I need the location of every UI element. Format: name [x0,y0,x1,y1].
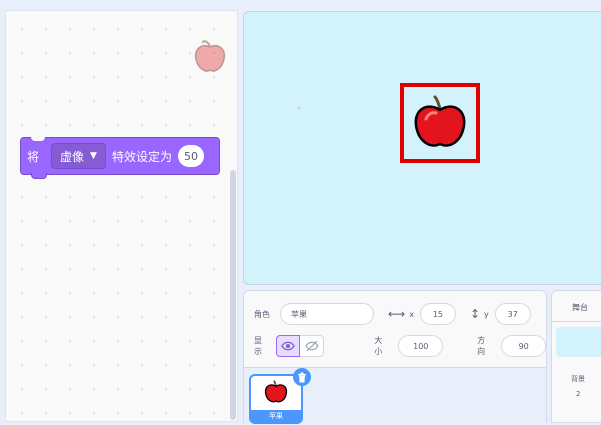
apple-icon [414,95,466,147]
sprite-info-pane: 角色 苹果 ⟷ x 15 ↕ y 37 显示 大小 100 方向 90 苹果 [243,290,547,425]
y-arrow-icon: ↕ [469,307,480,321]
x-field[interactable]: 15 [419,303,456,325]
code-scrollbar[interactable] [230,170,236,420]
visibility-toggle [276,335,325,357]
block-suffix: 特效设定为 [111,149,172,164]
sprite-name-field[interactable]: 苹果 [280,303,374,325]
y-label: y [484,309,489,319]
backdrops-count: 2 [576,390,581,398]
x-label: x [409,309,414,319]
eye-slash-icon [305,340,319,352]
apple-icon [264,380,288,403]
effect-dropdown[interactable]: 虚像 ▼ [51,143,106,169]
backdrops-label: 背景 [571,375,585,383]
sprite-label: 角色 [254,309,270,319]
trash-icon [298,372,306,382]
size-label: 大小 [374,336,383,356]
eye-icon [281,341,295,351]
block-prefix: 将 [27,149,40,164]
divider [552,321,601,322]
dropdown-caret-icon: ▼ [90,151,97,161]
stage[interactable] [243,11,601,285]
y-field[interactable]: 37 [494,303,531,325]
stage-sprite-apple[interactable] [400,83,480,163]
stage-pane-title: 舞台 [572,303,588,312]
show-button[interactable] [276,335,301,357]
stage-thumbnail[interactable] [556,327,601,357]
direction-label: 方向 [477,336,486,356]
code-area[interactable]: 将 虚像 ▼ 特效设定为 50 [5,10,238,422]
apple-icon [194,40,226,72]
sprite-info-row-2: 显示 大小 100 方向 90 [254,335,546,357]
show-label: 显示 [254,336,262,356]
stage-dot [298,107,300,109]
x-arrow-icon: ⟷ [388,307,406,321]
sprite-list: 苹果 [244,367,546,425]
sprite-tile-label: 苹果 [251,410,301,422]
stage-target-pane[interactable]: 舞台 [551,290,601,423]
sprite-info-row-1: 角色 苹果 ⟷ x 15 ↕ y 37 [254,303,531,325]
hide-button[interactable] [300,335,325,357]
size-field[interactable]: 100 [398,335,444,357]
sprite-tile-apple[interactable]: 苹果 [249,368,311,424]
direction-field[interactable]: 90 [501,335,546,357]
set-effect-block[interactable]: 将 虚像 ▼ 特效设定为 50 [20,137,220,179]
effect-value-input[interactable]: 50 [177,145,204,167]
delete-sprite-button[interactable] [293,368,311,386]
effect-value: 虚像 [60,149,85,164]
